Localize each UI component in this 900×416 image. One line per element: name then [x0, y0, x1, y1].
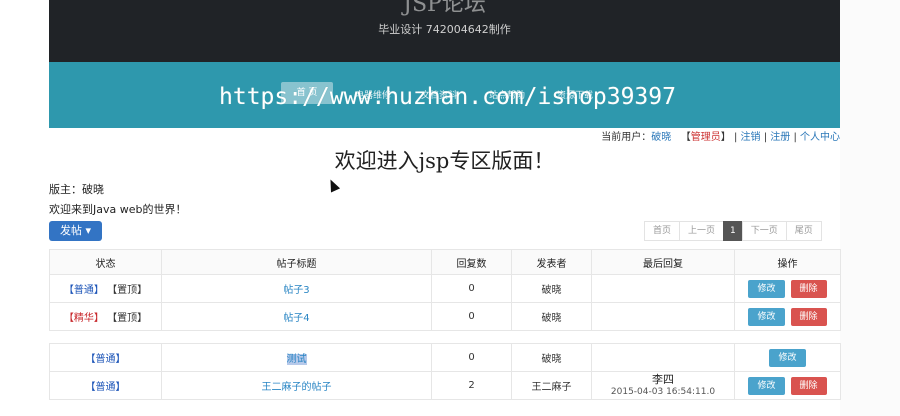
title-cell: 帖子4: [161, 302, 432, 331]
board-intro: 欢迎来到Java web的世界！: [49, 203, 187, 216]
current-user-link[interactable]: 破晓: [651, 132, 671, 143]
pager-first[interactable]: 首页: [644, 221, 681, 241]
table-row: 【精华】 【置顶】 帖子4 0 破晓 修改 删除: [49, 302, 841, 331]
role-bracket-close: 】: [720, 132, 731, 143]
col-header-title: 帖子标题: [161, 249, 432, 275]
status-tag: 【普通】: [63, 285, 104, 296]
spacer-cell: [49, 330, 841, 344]
last-reply-cell: 李四 2015-04-03 16:54:11.0: [591, 371, 735, 400]
status-tag: 【普通】: [85, 382, 126, 393]
col-header-author: 发表者: [511, 249, 592, 275]
col-header-replies: 回复数: [431, 249, 512, 275]
title-cell: 帖子3: [161, 274, 432, 303]
user-bar: 当前用户：破晓 【管理员】 | 注销 | 注册 | 个人中心: [601, 132, 840, 143]
site-title: JSP论坛: [403, 0, 486, 17]
role-label: 管理员: [690, 132, 721, 143]
moderator-label: 版主：破晓: [49, 183, 104, 196]
last-reply-user: 李四: [652, 372, 674, 386]
table-row: 【普通】 【置顶】 帖子3 0 破晓 修改 删除: [49, 274, 841, 303]
page-margin-left: [0, 0, 49, 416]
post-title-link[interactable]: 帖子4: [283, 313, 309, 324]
new-post-button[interactable]: 发帖 ▾: [49, 221, 102, 241]
author-cell: 破晓: [511, 343, 592, 372]
post-title-link[interactable]: 测试: [286, 354, 307, 365]
title-cell: 王二麻子的帖子: [161, 371, 432, 400]
pager-current[interactable]: 1: [723, 221, 743, 241]
profile-link[interactable]: 个人中心: [800, 132, 840, 143]
sticky-tag: 【置顶】: [107, 285, 148, 296]
post-title-link[interactable]: 王二麻子的帖子: [262, 382, 332, 393]
col-header-last-reply: 最后回复: [591, 249, 735, 275]
site-header: JSP论坛 毕业设计 742004642制作: [49, 0, 840, 62]
author-cell: 破晓: [511, 302, 592, 331]
status-cell: 【普通】: [49, 343, 162, 372]
page-title: 欢迎进入jsp专区版面！: [334, 149, 555, 173]
edit-button[interactable]: 修改: [748, 307, 785, 326]
actions-cell: 修改 删除: [734, 302, 841, 331]
status-cell: 【普通】: [49, 371, 162, 400]
last-reply-cell: [591, 274, 735, 303]
table-row: 【普通】 王二麻子的帖子 2 王二麻子 李四 2015-04-03 16:54:1…: [49, 371, 841, 400]
pager-prev[interactable]: 上一页: [679, 221, 725, 241]
site-subtitle: 毕业设计 742004642制作: [378, 23, 511, 36]
post-title-link[interactable]: 帖子3: [283, 285, 309, 296]
status-cell: 【普通】 【置顶】: [49, 274, 162, 303]
status-tag: 【精华】: [63, 313, 104, 324]
replies-cell: 0: [431, 274, 512, 303]
actions-cell: 修改: [734, 343, 841, 372]
actions-cell: 修改 删除: [734, 274, 841, 303]
delete-button[interactable]: 删除: [790, 279, 827, 298]
table-spacer: [49, 330, 841, 344]
edit-button[interactable]: 修改: [748, 279, 785, 298]
table-header-row: 状态 帖子标题 回复数 发表者 最后回复 操作: [49, 249, 841, 275]
status-tag: 【普通】: [85, 354, 126, 365]
title-cell: 测试: [161, 343, 432, 372]
edit-button[interactable]: 修改: [748, 376, 785, 395]
watermark-text: https://www.huzhan.com/ishop39397: [219, 84, 676, 110]
current-user-label: 当前用户：: [601, 132, 652, 143]
col-header-actions: 操作: [734, 249, 841, 275]
pagination: 首页 上一页 1 下一页 尾页: [644, 221, 822, 241]
delete-button[interactable]: 删除: [790, 376, 827, 395]
role-bracket-open: 【: [680, 132, 691, 143]
replies-cell: 2: [431, 371, 512, 400]
last-reply-cell: [591, 343, 735, 372]
register-link[interactable]: 注册: [770, 132, 790, 143]
status-cell: 【精华】 【置顶】: [49, 302, 162, 331]
author-cell: 破晓: [511, 274, 592, 303]
mouse-cursor-icon: [325, 177, 341, 193]
pager-next[interactable]: 下一页: [741, 221, 787, 241]
delete-button[interactable]: 删除: [790, 307, 827, 326]
logout-link[interactable]: 注销: [741, 132, 761, 143]
edit-button[interactable]: 修改: [769, 348, 806, 367]
author-cell: 王二麻子: [511, 371, 592, 400]
page-margin-right: [840, 0, 900, 416]
sticky-tag: 【置顶】: [107, 313, 148, 324]
posts-table: 状态 帖子标题 回复数 发表者 最后回复 操作 【普通】 【置顶】 帖子3 0 …: [49, 249, 841, 400]
table-row: 【普通】 测试 0 破晓 修改: [49, 343, 841, 372]
col-header-status: 状态: [49, 249, 162, 275]
last-reply-cell: [591, 302, 735, 331]
replies-cell: 0: [431, 302, 512, 331]
replies-cell: 0: [431, 343, 512, 372]
pager-last[interactable]: 尾页: [785, 221, 822, 241]
last-reply-time: 2015-04-03 16:54:11.0: [610, 386, 716, 397]
actions-cell: 修改 删除: [734, 371, 841, 400]
